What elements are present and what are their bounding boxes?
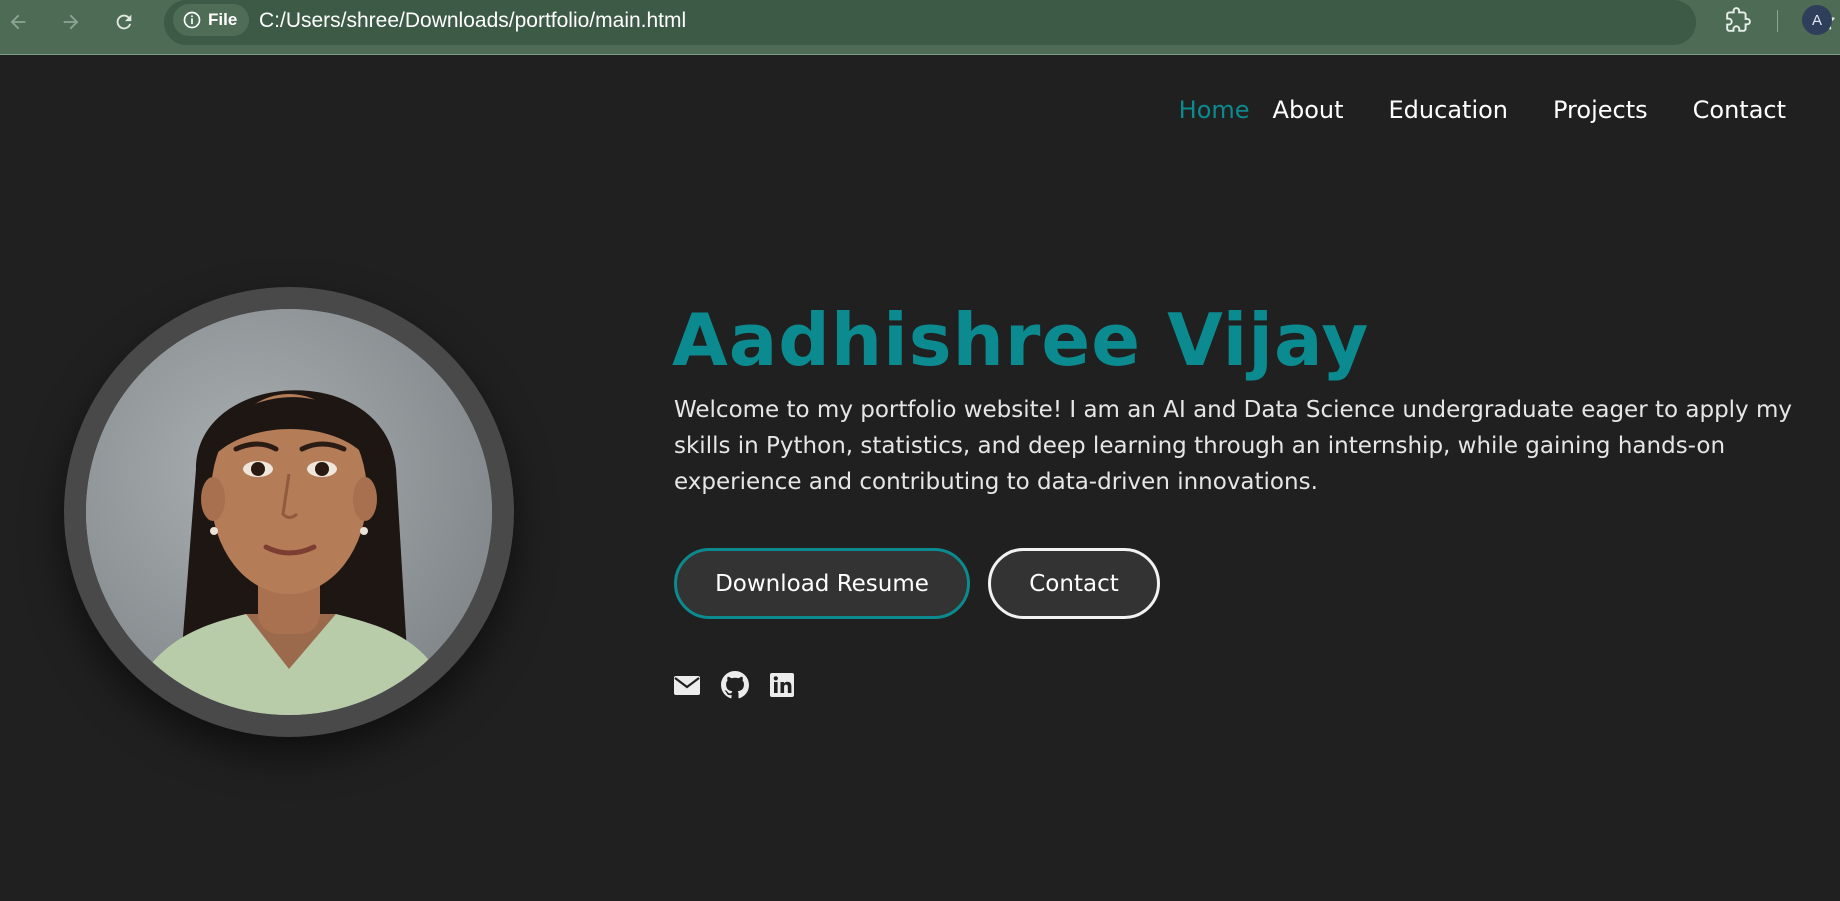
download-resume-button[interactable]: Download Resume: [674, 548, 970, 619]
back-button[interactable]: [2, 6, 34, 38]
reload-button[interactable]: [108, 6, 140, 38]
github-link[interactable]: [720, 670, 750, 700]
github-icon: [721, 671, 749, 699]
forward-button[interactable]: [55, 6, 87, 38]
nav-link-about[interactable]: About: [1273, 96, 1344, 124]
linkedin-icon: [770, 673, 794, 697]
email-link[interactable]: [672, 670, 702, 700]
profile-avatar[interactable]: A: [1802, 5, 1832, 35]
portfolio-page: Home About Education Projects Contact Aa…: [0, 56, 1840, 901]
address-bar[interactable]: File C:/Users/shree/Downloads/portfolio/…: [164, 0, 1835, 45]
hero-name-heading: Aadhishree Vijay: [672, 298, 1370, 382]
contact-button[interactable]: Contact: [988, 548, 1160, 619]
profile-portrait-image: [86, 309, 492, 715]
hero-intro-text: Welcome to my portfolio website! I am an…: [674, 397, 1792, 495]
arrow-right-icon: [63, 14, 79, 30]
url-text[interactable]: C:/Users/shree/Downloads/portfolio/main.…: [259, 9, 686, 33]
nav-link-projects[interactable]: Projects: [1553, 96, 1648, 124]
arrow-left-icon: [10, 14, 26, 30]
profile-photo-frame: [64, 287, 514, 737]
nav-link-home[interactable]: Home: [1179, 96, 1250, 124]
toolbar-divider: [1777, 10, 1778, 32]
reload-icon: [116, 14, 132, 30]
extensions-button[interactable]: [1722, 4, 1754, 36]
site-nav: Home About Education Projects Contact: [1179, 96, 1786, 124]
browser-toolbar: File C:/Users/shree/Downloads/portfolio/…: [0, 0, 1840, 55]
linkedin-link[interactable]: [767, 670, 797, 700]
email-icon: [674, 676, 700, 695]
nav-link-education[interactable]: Education: [1389, 96, 1508, 124]
nav-link-contact[interactable]: Contact: [1693, 96, 1786, 124]
site-info-chip[interactable]: File: [173, 4, 250, 36]
profile-photo: [86, 309, 492, 715]
puzzle-icon: [1726, 7, 1751, 32]
site-chip-label: File: [208, 10, 238, 29]
info-icon: [183, 11, 201, 29]
